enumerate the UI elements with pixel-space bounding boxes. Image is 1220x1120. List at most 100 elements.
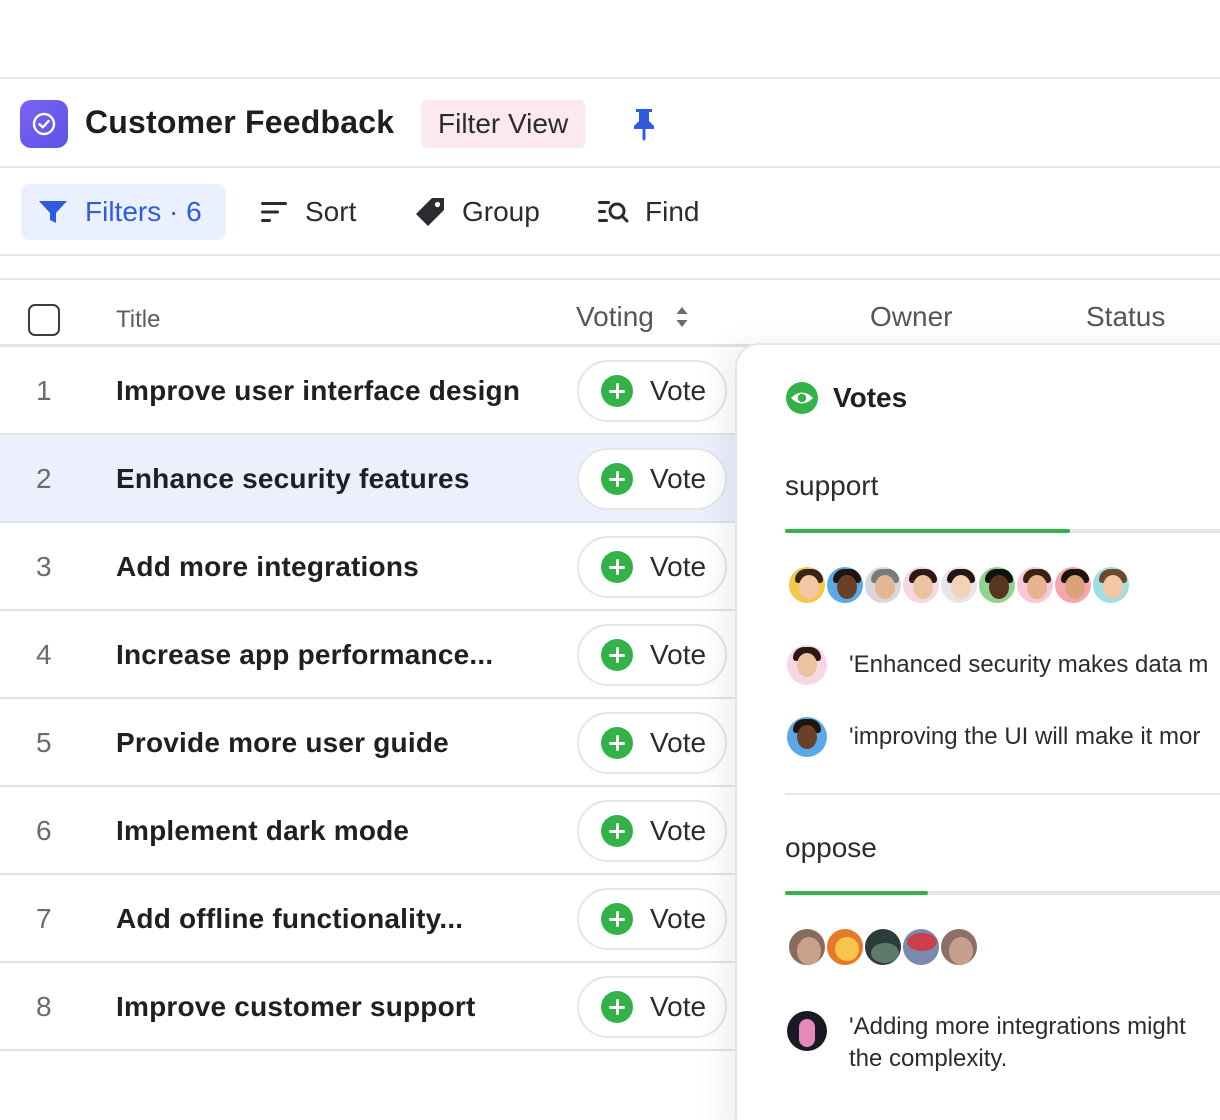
row-number: 4 bbox=[36, 639, 52, 670]
vote-button[interactable]: Vote bbox=[577, 800, 727, 862]
column-header-title[interactable]: Title bbox=[116, 303, 160, 337]
plus-circle-icon bbox=[601, 639, 633, 671]
plus-circle-icon bbox=[601, 463, 633, 495]
panel-divider bbox=[785, 793, 1220, 795]
oppose-progress-bar bbox=[785, 891, 1220, 895]
oppose-progress-fill bbox=[785, 891, 928, 895]
support-label: support bbox=[785, 470, 879, 501]
table-top-divider bbox=[0, 278, 1220, 280]
row-title[interactable]: Provide more user guide bbox=[116, 699, 449, 787]
avatar[interactable] bbox=[939, 565, 979, 605]
table-row[interactable]: 1 Improve user interface design Vote bbox=[0, 347, 736, 435]
vote-label: Vote bbox=[650, 463, 707, 494]
avatar[interactable] bbox=[1091, 565, 1131, 605]
support-progress-fill bbox=[785, 529, 1071, 533]
comment-text: 'Adding more integrations might bbox=[849, 1013, 1186, 1040]
avatar[interactable] bbox=[939, 927, 979, 967]
row-title[interactable]: Improve user interface design bbox=[116, 347, 520, 435]
view-badge[interactable]: Filter View bbox=[421, 100, 586, 148]
row-number: 3 bbox=[36, 551, 52, 582]
table-body: 1 Improve user interface design Vote 2 E… bbox=[0, 347, 736, 1051]
sort-label: Sort bbox=[305, 196, 357, 227]
comment-text: 'Enhanced security makes data m bbox=[849, 651, 1209, 678]
header-divider bbox=[0, 166, 1220, 168]
row-number: 1 bbox=[36, 375, 52, 406]
avatar[interactable] bbox=[977, 565, 1017, 605]
table-row[interactable]: 7 Add offline functionality... Vote bbox=[0, 875, 736, 963]
column-header-voting[interactable]: Voting bbox=[576, 300, 654, 334]
group-button[interactable]: Group bbox=[414, 184, 540, 240]
check-circle-icon bbox=[32, 112, 56, 136]
page-title: Customer Feedback bbox=[85, 104, 395, 140]
row-number: 6 bbox=[36, 815, 52, 846]
plus-circle-icon bbox=[601, 375, 633, 407]
support-progress-bar bbox=[785, 529, 1220, 533]
comment-text-continued: the complexity. bbox=[849, 1045, 1008, 1072]
vote-button[interactable]: Vote bbox=[577, 712, 727, 774]
pin-icon[interactable] bbox=[628, 106, 660, 142]
row-title[interactable]: Increase app performance... bbox=[116, 611, 493, 699]
row-title[interactable]: Enhance security features bbox=[116, 435, 470, 523]
avatar[interactable] bbox=[825, 927, 865, 967]
select-all-checkbox[interactable] bbox=[28, 304, 60, 336]
avatar[interactable] bbox=[787, 927, 827, 967]
vote-button[interactable]: Vote bbox=[577, 624, 727, 686]
avatar[interactable] bbox=[901, 927, 941, 967]
votes-panel-title: Votes bbox=[833, 382, 908, 413]
support-avatars[interactable] bbox=[787, 565, 1131, 605]
vote-button[interactable]: Vote bbox=[577, 536, 727, 598]
oppose-avatars[interactable] bbox=[787, 927, 979, 967]
vote-label: Vote bbox=[650, 551, 707, 582]
avatar[interactable] bbox=[787, 565, 827, 605]
vote-button[interactable]: Vote bbox=[577, 976, 727, 1038]
sort-button[interactable]: Sort bbox=[259, 184, 356, 240]
comment-avatar[interactable] bbox=[787, 717, 827, 757]
plus-circle-icon bbox=[601, 815, 633, 847]
row-title[interactable]: Add more integrations bbox=[116, 523, 419, 611]
oppose-label: oppose bbox=[785, 832, 877, 863]
funnel-icon bbox=[39, 201, 67, 223]
tag-icon bbox=[416, 198, 444, 226]
filters-button[interactable]: Filters · 6 bbox=[21, 184, 226, 240]
row-title[interactable]: Implement dark mode bbox=[116, 787, 409, 875]
support-comment: 'improving the UI will make it mor bbox=[787, 717, 1200, 757]
find-label: Find bbox=[645, 196, 700, 227]
comment-avatar[interactable] bbox=[787, 1011, 827, 1051]
filters-label: Filters · 6 bbox=[85, 196, 202, 227]
find-button[interactable]: Find bbox=[597, 184, 699, 240]
row-title[interactable]: Improve customer support bbox=[116, 963, 476, 1051]
vote-label: Vote bbox=[650, 903, 707, 934]
comment-avatar[interactable] bbox=[787, 645, 827, 685]
table-row[interactable]: 8 Improve customer support Vote bbox=[0, 963, 736, 1051]
avatar[interactable] bbox=[1015, 565, 1055, 605]
row-number: 2 bbox=[36, 463, 52, 494]
row-title[interactable]: Add offline functionality... bbox=[116, 875, 463, 963]
avatar[interactable] bbox=[1053, 565, 1093, 605]
avatar[interactable] bbox=[825, 565, 865, 605]
app-icon[interactable] bbox=[20, 100, 68, 148]
row-number: 7 bbox=[36, 903, 52, 934]
vote-label: Vote bbox=[650, 815, 707, 846]
table-row-selected[interactable]: 2 Enhance security features Vote bbox=[0, 435, 736, 523]
vote-label: Vote bbox=[650, 639, 707, 670]
table-row[interactable]: 4 Increase app performance... Vote bbox=[0, 611, 736, 699]
eye-icon bbox=[786, 382, 818, 414]
sort-arrows-icon[interactable] bbox=[675, 305, 689, 329]
column-header-status[interactable]: Status bbox=[1086, 300, 1165, 334]
table-row[interactable]: 5 Provide more user guide Vote bbox=[0, 699, 736, 787]
find-list-icon bbox=[598, 201, 629, 223]
column-header-owner[interactable]: Owner bbox=[870, 300, 952, 334]
plus-circle-icon bbox=[601, 551, 633, 583]
vote-button[interactable]: Vote bbox=[577, 360, 727, 422]
avatar[interactable] bbox=[863, 565, 903, 605]
table-row[interactable]: 3 Add more integrations Vote bbox=[0, 523, 736, 611]
avatar[interactable] bbox=[863, 927, 903, 967]
plus-circle-icon bbox=[601, 991, 633, 1023]
row-number: 5 bbox=[36, 727, 52, 758]
table-row[interactable]: 6 Implement dark mode Vote bbox=[0, 787, 736, 875]
vote-button[interactable]: Vote bbox=[577, 448, 727, 510]
toolbar-divider bbox=[0, 254, 1220, 256]
avatar[interactable] bbox=[901, 565, 941, 605]
vote-button[interactable]: Vote bbox=[577, 888, 727, 950]
top-divider bbox=[0, 77, 1220, 79]
